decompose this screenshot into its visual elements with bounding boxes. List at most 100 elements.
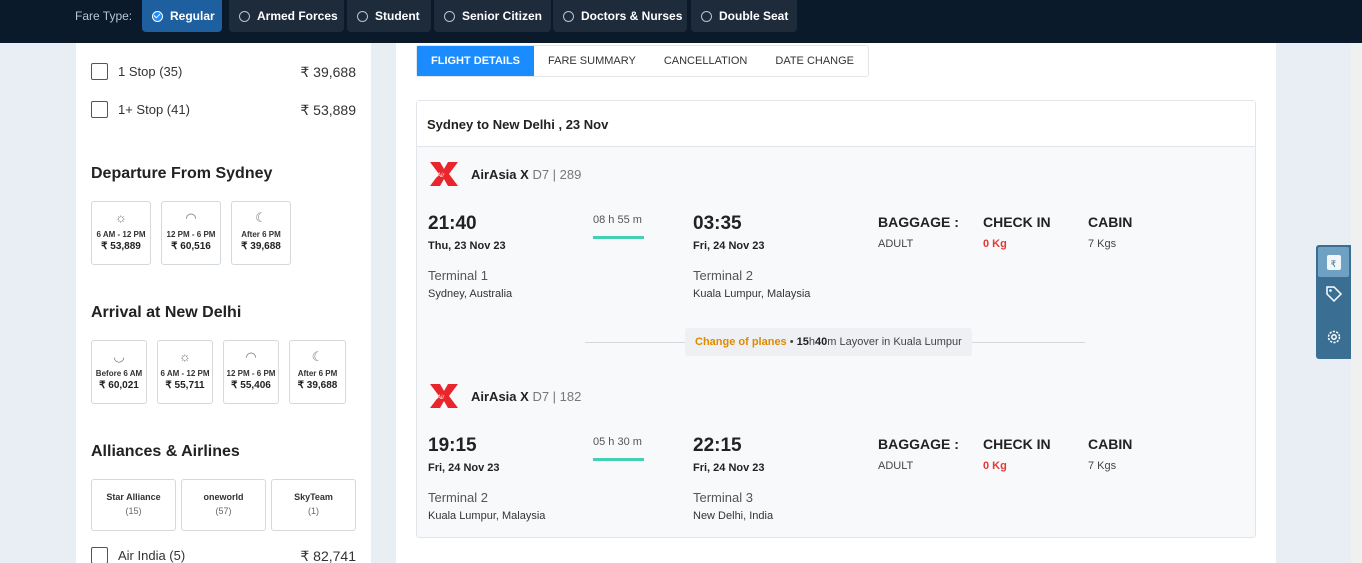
departure-terminal: Terminal 1 xyxy=(428,268,488,283)
cabin-label: CABIN xyxy=(1088,436,1133,452)
duration-minutes: 55 xyxy=(617,214,630,226)
fare-option-student[interactable]: Student xyxy=(347,0,431,32)
arrival-terminal: Terminal 2 xyxy=(693,268,753,283)
sunset-icon: ◠ xyxy=(245,349,257,364)
stop-filter-price: ₹ 53,889 xyxy=(300,102,356,118)
slot-price: ₹ 53,889 xyxy=(101,241,141,252)
fare-option-label: Double Seat xyxy=(719,9,789,23)
svg-text:Air: Air xyxy=(436,173,445,179)
slot-price: ₹ 39,688 xyxy=(241,241,281,252)
flight-code: D7 | 182 xyxy=(532,389,582,404)
checkbox[interactable] xyxy=(91,63,108,80)
airline-filter-air-india[interactable]: Air India (5) ₹ 82,741 xyxy=(91,546,356,563)
arrival-time: 03:35 xyxy=(693,213,742,234)
slot-label: After 6 PM xyxy=(241,230,281,239)
alliance-oneworld[interactable]: oneworld (57) xyxy=(181,479,266,531)
baggage-label: BAGGAGE : xyxy=(878,436,959,452)
alliance-count: (15) xyxy=(125,506,142,516)
checkin-value: 0 Kg xyxy=(983,238,1007,250)
route-title: Sydney to New Delhi , 23 Nov xyxy=(427,117,609,132)
departure-terminal: Terminal 2 xyxy=(428,490,488,505)
arrival-slot-night[interactable]: ☾ After 6 PM ₹ 39,688 xyxy=(289,340,346,404)
stop-filter-1-stop[interactable]: 1 Stop (35) ₹ 39,688 xyxy=(91,62,356,82)
arrival-city: New Delhi, India xyxy=(693,510,774,522)
alliances-filter-title: Alliances & Airlines xyxy=(91,443,240,460)
departure-date: Fri, 24 Nov 23 xyxy=(428,462,500,474)
sunrise-icon: ◡ xyxy=(113,349,125,364)
cabin-value: 7 Kgs xyxy=(1088,238,1117,250)
fare-option-label: Student xyxy=(375,9,420,23)
layover-badge: Change of planes • 15h40m Layover in Kua… xyxy=(685,328,972,356)
tab-date-change[interactable]: DATE CHANGE xyxy=(761,46,868,76)
fare-option-double-seat[interactable]: Double Seat xyxy=(691,0,797,32)
airasia-logo: Air xyxy=(430,162,458,186)
flight-segment: Air AirAsia X D7 | 182 19:15 Fri, 24 Nov… xyxy=(417,382,1255,542)
checkbox[interactable] xyxy=(91,547,108,563)
svg-text:₹: ₹ xyxy=(1331,260,1337,270)
arrival-slot-early[interactable]: ◡ Before 6 AM ₹ 60,021 xyxy=(91,340,147,404)
fare-option-doctors-nurses[interactable]: Doctors & Nurses xyxy=(553,0,687,32)
alliance-count: (1) xyxy=(308,506,319,516)
cabin-label: CABIN xyxy=(1088,214,1133,230)
departure-time: 19:15 xyxy=(428,435,477,456)
slot-price: ₹ 55,406 xyxy=(231,380,271,391)
scrollbar-track[interactable] xyxy=(1351,43,1362,563)
alliance-count: (57) xyxy=(215,506,232,516)
alliance-name: oneworld xyxy=(203,492,244,502)
duration-bar xyxy=(593,236,644,239)
airline-name: AirAsia X D7 | 182 xyxy=(471,389,581,404)
details-tabs: FLIGHT DETAILS FARE SUMMARY CANCELLATION… xyxy=(416,45,870,77)
radio-icon xyxy=(357,10,368,22)
checkbox[interactable] xyxy=(91,101,108,118)
fare-option-label: Doctors & Nurses xyxy=(581,9,683,23)
fare-option-senior-citizen[interactable]: Senior Citizen xyxy=(434,0,551,32)
rupee-button[interactable]: ₹ xyxy=(1318,247,1349,277)
stop-filter-1-plus-stop[interactable]: 1+ Stop (41) ₹ 53,889 xyxy=(91,100,356,120)
fare-type-label: Fare Type: xyxy=(75,9,133,23)
fare-option-armed-forces[interactable]: Armed Forces xyxy=(229,0,344,32)
baggage-type: ADULT xyxy=(878,460,914,472)
slot-label: 12 PM - 6 PM xyxy=(166,230,216,239)
layover-hours: 15 xyxy=(796,336,809,348)
moon-icon: ☾ xyxy=(311,349,324,364)
flight-segment: Air AirAsia X D7 | 289 21:40 Thu, 23 Nov… xyxy=(417,160,1255,320)
radio-icon xyxy=(239,10,250,22)
fare-option-label: Armed Forces xyxy=(257,9,338,23)
alliance-star-alliance[interactable]: Star Alliance (15) xyxy=(91,479,176,531)
slot-price: ₹ 39,688 xyxy=(297,380,338,391)
arrival-slot-morning[interactable]: ☼ 6 AM - 12 PM ₹ 55,711 xyxy=(157,340,213,404)
tab-fare-summary[interactable]: FARE SUMMARY xyxy=(534,46,650,76)
layover-minutes: 40 xyxy=(815,336,828,348)
filter-sidebar: 1 Stop (35) ₹ 39,688 1+ Stop (41) ₹ 53,8… xyxy=(76,43,371,563)
dot-separator: • xyxy=(789,336,797,348)
departure-slot-afternoon[interactable]: ◠ 12 PM - 6 PM ₹ 60,516 xyxy=(161,201,221,265)
airline-filter-price: ₹ 82,741 xyxy=(300,548,356,563)
arrival-slot-afternoon[interactable]: ◠ 12 PM - 6 PM ₹ 55,406 xyxy=(223,340,279,404)
duration-bar xyxy=(593,458,644,461)
fare-option-regular[interactable]: Regular xyxy=(142,0,222,32)
departure-filter-title: Departure From Sydney xyxy=(91,165,273,182)
slot-price: ₹ 60,516 xyxy=(171,241,211,252)
fare-option-label: Regular xyxy=(170,9,215,23)
gear-icon[interactable] xyxy=(1325,328,1343,346)
airline-label: AirAsia X xyxy=(471,389,529,404)
flight-duration: 05 h 30 m xyxy=(593,436,642,448)
duration-minutes: 30 xyxy=(617,436,630,448)
moon-icon: ☾ xyxy=(255,210,267,225)
rupee-icon: ₹ xyxy=(1327,255,1341,270)
departure-time: 21:40 xyxy=(428,213,477,234)
tab-cancellation[interactable]: CANCELLATION xyxy=(650,46,762,76)
arrival-date: Fri, 24 Nov 23 xyxy=(693,240,765,252)
slot-label: 12 PM - 6 PM xyxy=(226,369,276,378)
checkin-label: CHECK IN xyxy=(983,436,1051,452)
arrival-city: Kuala Lumpur, Malaysia xyxy=(693,288,811,300)
alliance-name: Star Alliance xyxy=(106,492,161,502)
tag-icon[interactable] xyxy=(1325,285,1343,303)
departure-slot-morning[interactable]: ☼ 6 AM - 12 PM ₹ 53,889 xyxy=(91,201,151,265)
arrival-filter-title: Arrival at New Delhi xyxy=(91,304,242,321)
departure-slot-night[interactable]: ☾ After 6 PM ₹ 39,688 xyxy=(231,201,291,265)
alliance-skyteam[interactable]: SkyTeam (1) xyxy=(271,479,356,531)
tab-flight-details[interactable]: FLIGHT DETAILS xyxy=(417,46,535,76)
departure-date: Thu, 23 Nov 23 xyxy=(428,240,506,252)
flight-details-panel: FLIGHT DETAILS FARE SUMMARY CANCELLATION… xyxy=(396,43,1276,563)
